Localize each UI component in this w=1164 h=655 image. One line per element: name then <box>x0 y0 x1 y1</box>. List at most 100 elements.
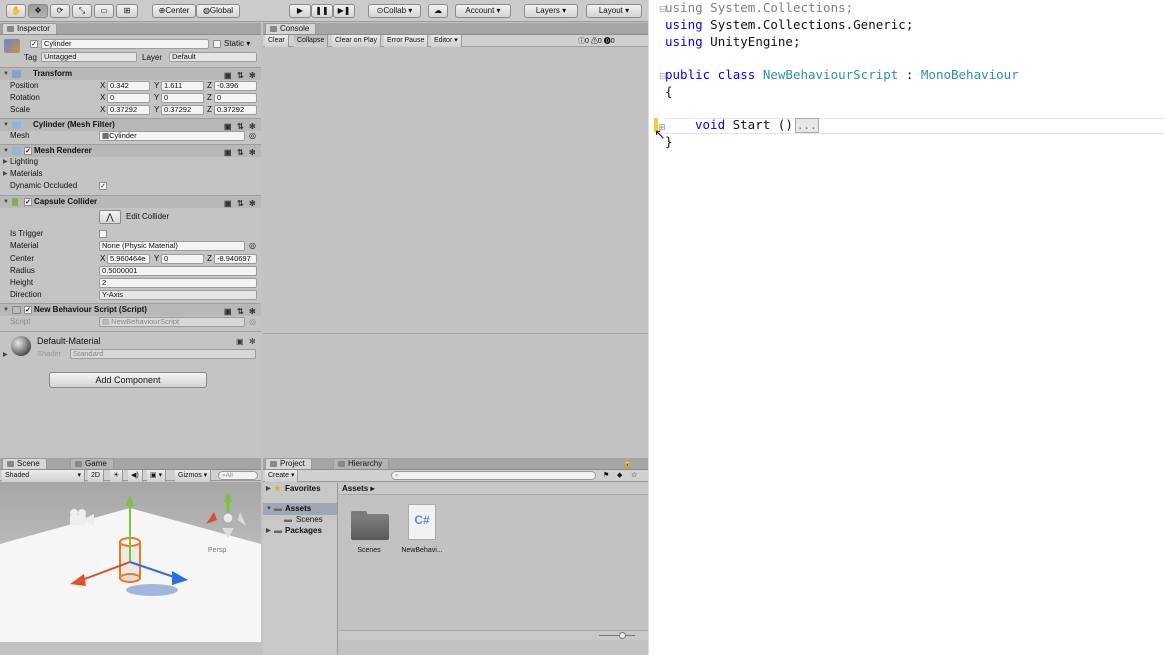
foldout-arrow-icon[interactable]: ▶ <box>3 351 8 358</box>
code-line-2[interactable]: using System.Collections.Generic; <box>665 17 913 33</box>
layers-dropdown[interactable]: Layers ▾ <box>524 4 578 18</box>
shading-mode-dropdown[interactable]: Shaded ▾ <box>2 470 85 482</box>
code-line-8[interactable]: void Start ()... <box>695 117 819 133</box>
height-field[interactable]: 2 <box>99 278 257 288</box>
tab-project[interactable]: Project <box>265 458 312 469</box>
rotation-x-field[interactable]: 0 <box>107 93 150 103</box>
gizmos-dropdown[interactable]: Gizmos ▾ <box>175 470 212 482</box>
asset-scenes-folder[interactable] <box>350 508 390 540</box>
rotation-y-field[interactable]: 0 <box>161 93 204 103</box>
tab-scene[interactable]: Scene <box>2 458 47 469</box>
effects-dropdown[interactable]: ▣ ▾ <box>147 470 167 482</box>
tab-console[interactable]: Console <box>265 23 317 34</box>
lighting-toggle[interactable]: ☀ <box>110 470 124 482</box>
filter-type-icon[interactable]: ⚑ <box>603 471 609 479</box>
warning-icon[interactable]: ⚠ <box>591 38 598 45</box>
center-x-field[interactable]: 5.960464e <box>107 254 150 264</box>
preset-icon[interactable]: ⇅ <box>237 198 244 210</box>
center-z-field[interactable]: -8.940697 <box>214 254 257 264</box>
layout-dropdown[interactable]: Layout ▾ <box>586 4 642 18</box>
is-trigger-checkbox[interactable] <box>99 230 107 238</box>
scale-x-field[interactable]: 0.37292 <box>107 105 150 115</box>
tab-game[interactable]: Game <box>70 458 114 469</box>
project-search-input[interactable]: ⌕ <box>391 471 596 480</box>
materials-foldout[interactable]: ▶ Materials <box>0 168 261 180</box>
code-editor[interactable]: ⊟ using System.Collections; using System… <box>648 0 1164 655</box>
script-enabled-checkbox[interactable]: ✓ <box>24 306 32 314</box>
tab-hierarchy[interactable]: Hierarchy <box>333 458 390 469</box>
object-picker-icon[interactable]: ◎ <box>249 240 256 252</box>
code-line-3[interactable]: using UnityEngine; <box>665 34 800 50</box>
mesh-renderer-enabled-checkbox[interactable]: ✓ <box>24 147 32 155</box>
lighting-foldout[interactable]: ▶ Lighting <box>0 156 261 168</box>
assets-breadcrumb[interactable]: Assets ▸ <box>339 483 648 495</box>
step-button[interactable]: ▶❚ <box>333 4 355 18</box>
icon-size-slider[interactable] <box>599 635 635 636</box>
folded-region[interactable]: ... <box>794 118 819 133</box>
packages-folder-item[interactable]: ▶ ▬ Packages <box>263 525 337 537</box>
gear-icon[interactable]: ✻ <box>249 198 256 210</box>
transform-tool-button[interactable]: ⊞ <box>116 4 138 18</box>
transform-header[interactable]: ▼ Transform ▣ ⇅ ✻ <box>0 67 261 80</box>
active-checkbox[interactable]: ✓ <box>30 40 38 48</box>
capsule-collider-enabled-checkbox[interactable]: ✓ <box>24 198 32 206</box>
pause-button[interactable]: ❚❚ <box>311 4 333 18</box>
script-component-header[interactable]: ▼ ✓ New Behaviour Script (Script) ▣ ⇅ ✻ <box>0 303 261 316</box>
lock-icon[interactable]: 🔒 <box>623 459 632 467</box>
error-icon[interactable]: ⓿ <box>604 38 611 45</box>
editor-dropdown[interactable]: Editor ▾ <box>431 35 462 47</box>
account-dropdown[interactable]: Account ▾ <box>455 4 511 18</box>
code-line-1[interactable]: using System.Collections; <box>665 0 853 16</box>
center-y-field[interactable]: 0 <box>161 254 204 264</box>
create-dropdown[interactable]: Create ▾ <box>265 470 299 482</box>
collapse-button[interactable]: Collapse <box>294 35 329 47</box>
console-log-area[interactable] <box>263 48 648 333</box>
hand-tool-button[interactable]: ✋ <box>6 4 26 18</box>
code-line-5[interactable]: public class NewBehaviourScript : MonoBe… <box>665 67 1019 83</box>
edit-collider-button[interactable]: ⋀ <box>99 210 121 224</box>
object-picker-icon[interactable]: ◎ <box>249 130 256 142</box>
code-line-9[interactable]: } <box>665 134 673 150</box>
object-name-field[interactable]: Cylinder <box>41 39 209 49</box>
add-component-button[interactable]: Add Component <box>49 372 207 388</box>
play-button[interactable]: ▶ <box>289 4 311 18</box>
position-x-field[interactable]: 0.342 <box>107 81 150 91</box>
2d-toggle[interactable]: 2D <box>88 470 104 482</box>
favorite-star-icon[interactable]: ☆ <box>631 471 637 479</box>
cloud-button[interactable]: ☁ <box>428 4 448 18</box>
direction-dropdown[interactable]: Y-Axis <box>99 290 257 300</box>
dynamic-occluded-checkbox[interactable]: ✓ <box>99 182 107 190</box>
scale-z-field[interactable]: 0.37292 <box>214 105 257 115</box>
clear-on-play-button[interactable]: Clear on Play <box>332 35 382 47</box>
pivot-global-button[interactable]: ◍Global <box>196 4 240 18</box>
rotation-z-field[interactable]: 0 <box>214 93 257 103</box>
help-icon[interactable]: ▣ <box>224 198 232 210</box>
code-line-6[interactable]: { <box>665 84 673 100</box>
scene-search-input[interactable]: ⌕All <box>218 471 258 480</box>
scale-tool-button[interactable]: ⤡ <box>72 4 92 18</box>
scale-y-field[interactable]: 0.37292 <box>161 105 204 115</box>
collab-dropdown[interactable]: ⊙Collab ▾ <box>368 4 421 18</box>
clear-button[interactable]: Clear <box>265 35 289 47</box>
tab-inspector[interactable]: Inspector <box>2 23 57 34</box>
radius-field[interactable]: 0.5000001 <box>99 266 257 276</box>
audio-toggle[interactable]: ◀) <box>128 470 143 482</box>
position-y-field[interactable]: 1.611 <box>161 81 204 91</box>
slider-handle[interactable] <box>619 632 626 639</box>
capsule-collider-header[interactable]: ▼ ✓ Capsule Collider ▣ ⇅ ✻ <box>0 195 261 208</box>
favorites-item[interactable]: ▶ ★ Favorites <box>263 483 337 495</box>
rotate-tool-button[interactable]: ⟳ <box>50 4 70 18</box>
gear-icon[interactable]: ✻ <box>249 337 256 346</box>
mesh-field[interactable]: ▦Cylinder <box>99 131 245 141</box>
move-tool-button[interactable]: ✥ <box>28 4 48 18</box>
scene-viewport[interactable]: Persp <box>0 482 261 642</box>
physic-material-field[interactable]: None (Physic Material) <box>99 241 245 251</box>
console-splitter[interactable] <box>263 333 648 334</box>
position-z-field[interactable]: -0.396 <box>214 81 257 91</box>
error-pause-button[interactable]: Error Pause <box>384 35 429 47</box>
static-checkbox[interactable] <box>213 40 221 48</box>
info-icon[interactable]: ⓘ <box>578 38 585 45</box>
tag-dropdown[interactable]: Untagged <box>41 52 137 62</box>
layer-dropdown[interactable]: Default <box>169 52 257 62</box>
csharp-script-icon[interactable]: C# <box>408 504 436 540</box>
